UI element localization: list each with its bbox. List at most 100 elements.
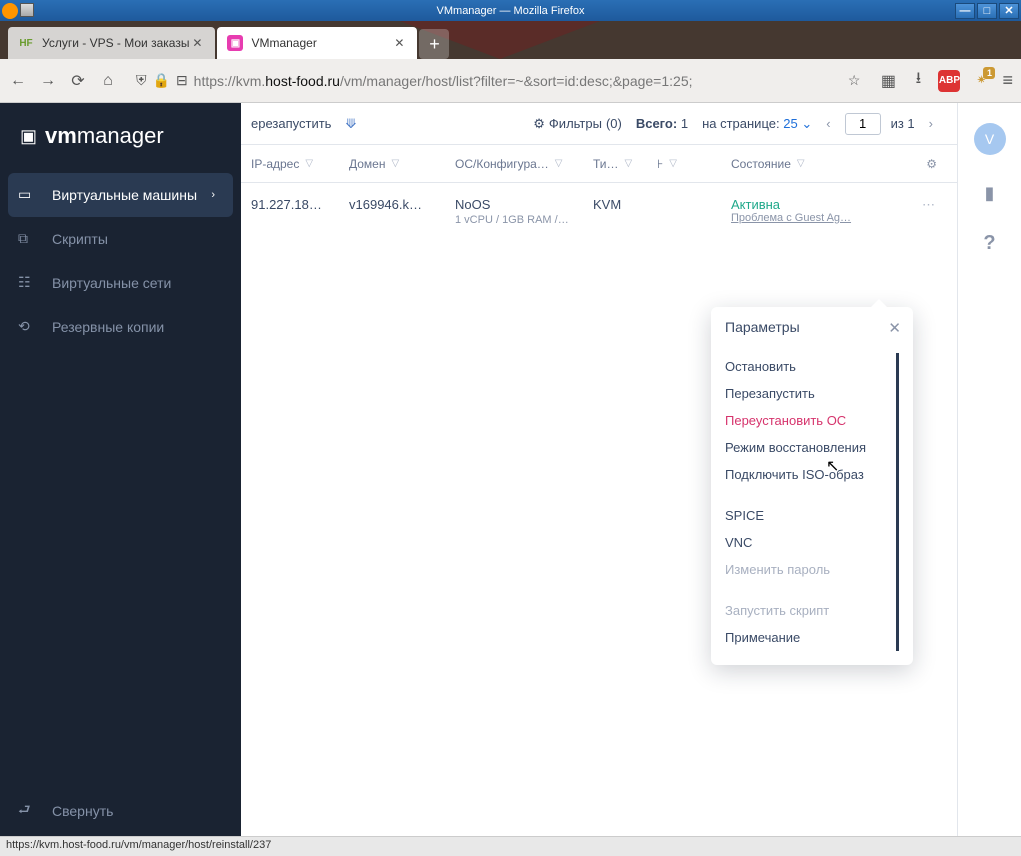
cell-ip: 91.227.18… [251, 197, 349, 212]
col-type[interactable]: Ти… ▽ [593, 157, 657, 171]
permissions-icon: ⊟ [176, 72, 188, 89]
avatar[interactable]: V [974, 123, 1006, 155]
logo-icon: ▣ [20, 126, 37, 147]
next-page-button[interactable]: › [925, 116, 937, 131]
col-host[interactable]: ⊦ ▽ [657, 157, 731, 171]
cell-type: KVM [593, 197, 657, 212]
col-state[interactable]: Состояние ▽ [731, 157, 881, 171]
app-logo: ▣ vmmanager [0, 103, 241, 173]
close-icon[interactable]: ✕ [391, 35, 407, 51]
gear-icon[interactable]: ⚙ [926, 157, 937, 171]
collapse-sidebar-button[interactable]: ⮐ Свернуть [0, 786, 241, 836]
browser-tab-0[interactable]: HF Услуги - VPS - Мои заказы ✕ [8, 27, 215, 59]
lock-icon: 🔒 [153, 72, 170, 89]
downloads-icon[interactable]: ⭳ [908, 71, 928, 91]
filters-button[interactable]: ⚙ Фильтры(0) [533, 116, 622, 132]
minimize-button[interactable]: — [955, 3, 975, 19]
maximize-button[interactable]: □ [977, 3, 997, 19]
network-icon: ☷ [18, 274, 36, 292]
sidebar-item-label: Резервные копии [52, 319, 164, 335]
row-actions-popover: Параметры ✕ ОстановитьПерезапуститьПереу… [711, 307, 913, 665]
col-ip[interactable]: IP-адрес ▽ [251, 157, 349, 171]
adblock-ext-icon[interactable]: ABP [938, 70, 960, 92]
forward-button[interactable]: → [38, 71, 58, 91]
bookmark-icon[interactable]: ▮ [985, 183, 995, 204]
window-title: VMmanager — Mozilla Firefox [437, 5, 585, 17]
location-bar: ← → ⟳ ⌂ ⛨ 🔒 ⊟ https://kvm.host-food.ru/v… [0, 59, 1021, 103]
sidebar-item-backups[interactable]: ⟲ Резервные копии [0, 305, 241, 349]
close-icon[interactable]: ✕ [888, 319, 901, 337]
shield-icon: ⛨ [136, 72, 147, 89]
row-menu-button[interactable]: ⋯ [922, 197, 937, 213]
app-sidebar: ▣ vmmanager ▭ Виртуальные машины › ⧉ Скр… [0, 103, 241, 836]
expand-all-icon[interactable]: ⟱ [345, 116, 356, 132]
popover-item-11[interactable]: Примечание [725, 624, 886, 651]
tab-label: Услуги - VPS - Мои заказы [42, 36, 189, 50]
hamburger-menu-icon[interactable]: ≡ [1002, 70, 1013, 91]
popover-item-0[interactable]: Остановить [725, 353, 886, 380]
browser-tab-1[interactable]: ▣ VMmanager ✕ [217, 27, 417, 59]
scripts-icon: ⧉ [18, 230, 36, 248]
collapse-icon: ⮐ [18, 799, 31, 823]
per-page-selector[interactable]: на странице: 25 ⌄ [702, 116, 812, 132]
right-toolbar: V ▮ ? [957, 103, 1021, 836]
table-header: IP-адрес ▽ Домен ▽ ОС/Конфигура… ▽ Ти… ▽… [241, 145, 957, 183]
sidebar-item-label: Виртуальные сети [52, 275, 171, 291]
sidebar-item-label: Виртуальные машины [52, 187, 197, 203]
popover-title: Параметры [725, 319, 899, 335]
restart-action[interactable]: ерезапустить [251, 116, 331, 131]
popover-item-1[interactable]: Перезапустить [725, 380, 886, 407]
cell-state: АктивнаПроблема с Guest Ag… [731, 197, 881, 224]
filter-icon[interactable]: ▽ [625, 158, 633, 169]
help-icon[interactable]: ? [983, 232, 995, 255]
popover-item-7[interactable]: VNC [725, 529, 886, 556]
filter-icon[interactable]: ▽ [669, 158, 677, 169]
tab-label: VMmanager [251, 36, 316, 50]
popover-item-10: Запустить скрипт [725, 597, 886, 624]
window-menu-button[interactable] [20, 3, 34, 17]
close-button[interactable]: ✕ [999, 3, 1019, 19]
sidebar-item-scripts[interactable]: ⧉ Скрипты [0, 217, 241, 261]
os-titlebar: VMmanager — Mozilla Firefox — □ ✕ [0, 0, 1021, 21]
firefox-icon [2, 3, 18, 19]
vm-icon: ▭ [18, 186, 36, 204]
new-tab-button[interactable]: + [419, 29, 449, 59]
cell-domain: v169946.k… [349, 197, 455, 212]
close-icon[interactable]: ✕ [189, 35, 205, 51]
filter-icon[interactable]: ▽ [555, 158, 563, 169]
favicon: ▣ [227, 35, 243, 51]
status-text: https://kvm.host-food.ru/vm/manager/host… [6, 839, 271, 851]
filter-icon[interactable]: ▽ [797, 158, 805, 169]
toolbar: ерезапустить ⟱ ⚙ Фильтры(0) Всего: 1 на … [241, 103, 957, 145]
filter-icon[interactable]: ▽ [305, 158, 313, 169]
url-text: https://kvm.host-food.ru/vm/manager/host… [194, 73, 693, 89]
cell-os: NoOS1 vCPU / 1GB RAM /… [455, 197, 593, 226]
extension-icon[interactable]: ✴ [970, 70, 992, 92]
back-button[interactable]: ← [8, 71, 28, 91]
popover-item-2[interactable]: Переустановить ОС [725, 407, 886, 434]
prev-page-button[interactable]: ‹ [822, 116, 834, 131]
col-os[interactable]: ОС/Конфигура… ▽ [455, 157, 593, 171]
url-box[interactable]: ⛨ 🔒 ⊟ https://kvm.host-food.ru/vm/manage… [128, 65, 868, 97]
filter-icon[interactable]: ▽ [392, 158, 400, 169]
popover-item-6[interactable]: SPICE [725, 502, 886, 529]
bookmark-star-icon[interactable]: ☆ [848, 72, 861, 89]
filter-icon: ⚙ [533, 116, 545, 132]
containers-icon[interactable]: ▦ [878, 71, 898, 91]
tab-strip: HF Услуги - VPS - Мои заказы ✕ ▣ VMmanag… [0, 21, 1021, 59]
table-row[interactable]: 91.227.18… v169946.k… NoOS1 vCPU / 1GB R… [241, 183, 957, 240]
col-domain[interactable]: Домен ▽ [349, 157, 455, 171]
chevron-right-icon: › [211, 189, 215, 201]
sidebar-item-networks[interactable]: ☷ Виртуальные сети [0, 261, 241, 305]
pagination: на странице: 25 ⌄ ‹ из 1 › [702, 113, 937, 135]
backup-icon: ⟲ [18, 318, 36, 336]
reload-button[interactable]: ⟳ [68, 71, 88, 91]
popover-item-4[interactable]: Подключить ISO-образ [725, 461, 886, 488]
sidebar-item-label: Скрипты [52, 231, 108, 247]
collapse-label: Свернуть [52, 803, 113, 819]
popover-item-8: Изменить пароль [725, 556, 886, 583]
home-button[interactable]: ⌂ [98, 71, 118, 91]
page-input[interactable] [845, 113, 881, 135]
popover-item-3[interactable]: Режим восстановления [725, 434, 886, 461]
sidebar-item-vms[interactable]: ▭ Виртуальные машины › [8, 173, 233, 217]
